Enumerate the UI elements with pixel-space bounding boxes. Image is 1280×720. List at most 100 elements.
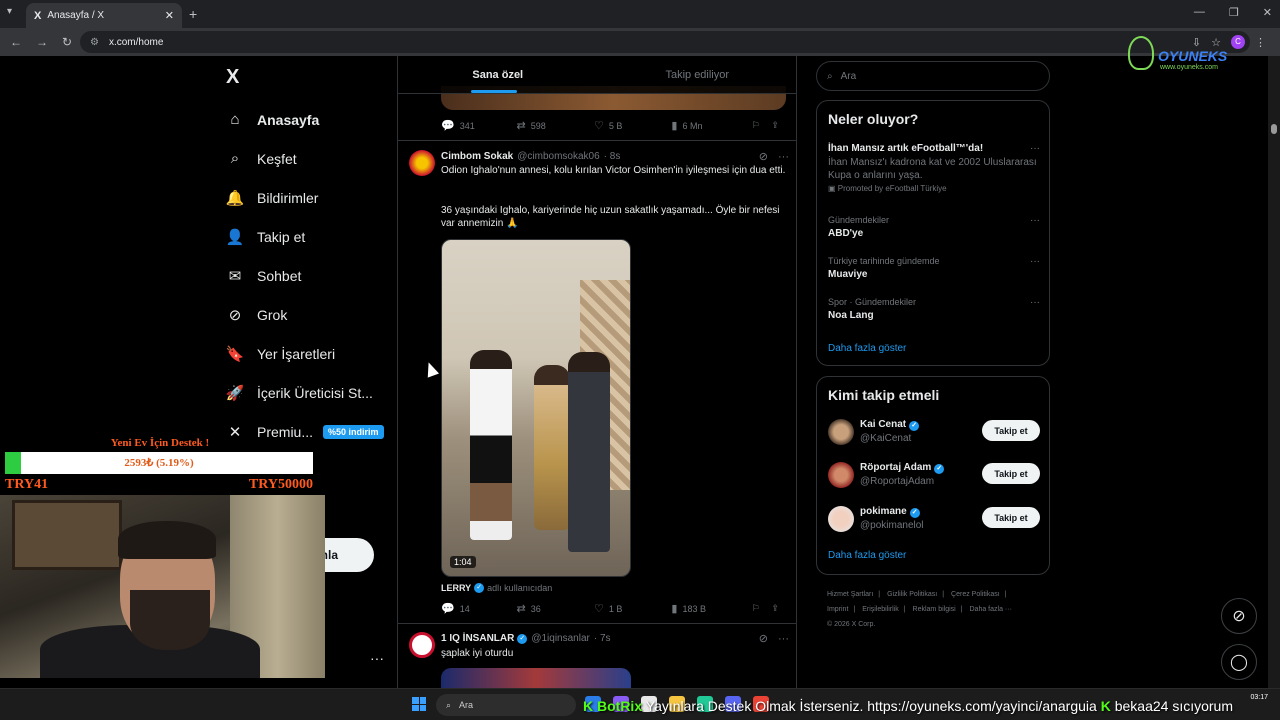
close-window-icon[interactable]: ✕ bbox=[1263, 6, 1272, 19]
footer-link[interactable]: Çerez Politikası bbox=[951, 591, 1000, 598]
avatar[interactable] bbox=[409, 632, 435, 658]
more-options-icon[interactable]: ··· bbox=[778, 151, 789, 163]
bookmark-icon[interactable]: ⚐ bbox=[752, 119, 772, 132]
more-options-icon[interactable]: ··· bbox=[1030, 256, 1040, 267]
x-favicon-icon: X bbox=[34, 9, 42, 22]
trend-item[interactable]: Gündemdekiler ABD'ye ··· bbox=[828, 215, 1040, 239]
like-button[interactable]: ♡ 1 B bbox=[594, 602, 671, 615]
search-input[interactable]: ⌕ Ara bbox=[816, 61, 1050, 91]
trend-item[interactable]: Türkiye tarihinde gündemde Muaviye ··· bbox=[828, 256, 1040, 280]
views-button[interactable]: ▮ 6 Mn bbox=[671, 119, 751, 132]
post-divider bbox=[398, 140, 796, 141]
scrollbar-thumb[interactable] bbox=[1271, 124, 1277, 134]
sidebar-item-label: Keşfet bbox=[257, 150, 297, 167]
tab-following[interactable]: Takip ediliyor bbox=[598, 56, 797, 93]
tab-for-you[interactable]: Sana özel bbox=[398, 56, 598, 93]
site-info-icon[interactable]: ⚙ bbox=[90, 37, 99, 48]
account-more-icon[interactable]: ··· bbox=[370, 650, 384, 666]
repost-button[interactable]: ⇄ 598 bbox=[516, 119, 593, 132]
author-handle[interactable]: @1iqinsanlar bbox=[531, 633, 590, 644]
more-options-icon[interactable]: ··· bbox=[1030, 143, 1040, 154]
sidebar-item-home[interactable]: ⌂ Anasayfa bbox=[225, 100, 384, 139]
footer-sep: | bbox=[942, 591, 945, 598]
sidebar-item-chat[interactable]: ✉ Sohbet bbox=[225, 256, 384, 295]
footer-sep: | bbox=[853, 606, 856, 613]
wall-painting bbox=[12, 500, 122, 570]
trends-show-more-link[interactable]: Daha fazla göster bbox=[828, 343, 906, 354]
reload-icon[interactable]: ↻ bbox=[62, 35, 72, 49]
sidebar-item-notifications[interactable]: 🔔 Bildirimler bbox=[225, 178, 384, 217]
restore-icon[interactable]: ❐ bbox=[1229, 6, 1239, 19]
reply-button[interactable]: 💬 341 bbox=[441, 119, 516, 132]
credit-name[interactable]: LERRY bbox=[441, 583, 471, 593]
views-button[interactable]: ▮ 183 B bbox=[671, 602, 751, 615]
who-show-more-link[interactable]: Daha fazla göster bbox=[828, 550, 906, 561]
post-time[interactable]: · 8s bbox=[604, 151, 621, 162]
bookmark-icon[interactable]: ⚐ bbox=[752, 602, 772, 615]
grok-explain-icon[interactable]: ⊘ bbox=[759, 150, 768, 163]
x-logo-icon[interactable]: X bbox=[226, 66, 239, 89]
repost-button[interactable]: ⇄ 36 bbox=[516, 602, 593, 615]
share-icon[interactable]: ⇪ bbox=[771, 119, 791, 132]
back-arrow-icon[interactable]: ← bbox=[10, 35, 22, 49]
grok-fab-icon[interactable]: ⊘ bbox=[1221, 598, 1257, 634]
post-media[interactable] bbox=[441, 668, 631, 688]
sidebar-item-bookmarks[interactable]: 🔖 Yer İşaretleri bbox=[225, 334, 384, 373]
donation-max: TRY50000 bbox=[248, 477, 313, 492]
reply-button[interactable]: 💬 14 bbox=[441, 602, 516, 615]
avatar[interactable] bbox=[828, 419, 854, 445]
author-name[interactable]: 1 IQ İNSANLAR bbox=[441, 633, 514, 644]
sidebar-item-follow[interactable]: 👤 Takip et bbox=[225, 217, 384, 256]
verified-icon: ✓ bbox=[517, 633, 528, 644]
messages-fab-icon[interactable]: ◯ bbox=[1221, 644, 1257, 680]
footer-link[interactable]: Reklam bilgisi bbox=[913, 606, 956, 613]
author-name[interactable]: Cimbom Sokak bbox=[441, 151, 513, 162]
footer-link[interactable]: Imprint bbox=[827, 606, 848, 613]
minimize-icon[interactable]: — bbox=[1194, 6, 1205, 19]
trend-item[interactable]: İhan Mansız artık eFootball™'da! İhan Ma… bbox=[828, 143, 1040, 193]
like-button[interactable]: ♡ 5 B bbox=[594, 119, 671, 132]
tab-close-icon[interactable]: ✕ bbox=[165, 9, 174, 22]
share-icon[interactable]: ⇪ bbox=[771, 602, 791, 615]
browser-tab[interactable]: X Anasayfa / X ✕ bbox=[26, 3, 182, 28]
ticker-user: BotRix bbox=[597, 698, 643, 714]
windows-start-icon[interactable] bbox=[412, 697, 426, 711]
more-options-icon[interactable]: ··· bbox=[1030, 215, 1040, 226]
user-name-row: pokimane ✓ bbox=[860, 506, 920, 518]
footer-link[interactable]: Daha fazla ··· bbox=[970, 606, 1012, 613]
avatar[interactable] bbox=[828, 506, 854, 532]
video-figure bbox=[470, 350, 512, 540]
footer-link[interactable]: Gizlilik Politikası bbox=[887, 591, 937, 598]
post-video[interactable]: 1:04 bbox=[441, 239, 631, 577]
follow-button[interactable]: Takip et bbox=[982, 420, 1040, 441]
author-handle[interactable]: @cimbomsokak06 bbox=[517, 151, 599, 162]
address-bar[interactable]: ⚙ x.com/home bbox=[80, 31, 1250, 53]
suggested-user[interactable]: Röportaj Adam ✓ @RoportajAdam Takip et bbox=[828, 460, 1040, 490]
follow-button[interactable]: Takip et bbox=[982, 507, 1040, 528]
footer-link[interactable]: Hizmet Şartları bbox=[827, 591, 873, 598]
tab-search-chevron-icon[interactable]: ▾ bbox=[7, 6, 12, 17]
more-options-icon[interactable]: ··· bbox=[778, 633, 789, 645]
new-tab-plus-icon[interactable]: + bbox=[189, 6, 197, 22]
forward-arrow-icon[interactable]: → bbox=[36, 35, 48, 49]
view-count: 183 B bbox=[682, 603, 706, 614]
suggested-user[interactable]: Kai Cenat ✓ @KaiCenat Takip et bbox=[828, 417, 1040, 447]
trend-item[interactable]: Spor · Gündemdekiler Noa Lang ··· bbox=[828, 297, 1040, 321]
grok-explain-icon[interactable]: ⊘ bbox=[759, 632, 768, 645]
who-to-follow-panel: Kimi takip etmeli Kai Cenat ✓ @KaiCenat T… bbox=[816, 376, 1050, 575]
follow-button[interactable]: Takip et bbox=[982, 463, 1040, 484]
footer-link[interactable]: Erişilebilirlik bbox=[862, 606, 899, 613]
avatar[interactable] bbox=[828, 462, 854, 488]
sidebar-item-grok[interactable]: ⊘ Grok bbox=[225, 295, 384, 334]
post-time[interactable]: · 7s bbox=[594, 633, 611, 644]
suggested-user[interactable]: pokimane ✓ @pokimanelol Takip et bbox=[828, 504, 1040, 534]
user-handle: @KaiCenat bbox=[860, 433, 912, 444]
avatar[interactable] bbox=[409, 150, 435, 176]
sidebar-item-creator-studio[interactable]: 🚀 İçerik Üreticisi St... bbox=[225, 373, 384, 412]
page-scrollbar[interactable] bbox=[1268, 56, 1280, 688]
taskbar-search[interactable]: ⌕ Ara bbox=[436, 694, 576, 716]
more-options-icon[interactable]: ··· bbox=[1030, 297, 1040, 308]
bell-icon: 🔔 bbox=[225, 189, 245, 207]
sidebar-item-explore[interactable]: ⌕ Keşfet bbox=[225, 139, 384, 178]
search-placeholder: Ara bbox=[840, 70, 857, 82]
